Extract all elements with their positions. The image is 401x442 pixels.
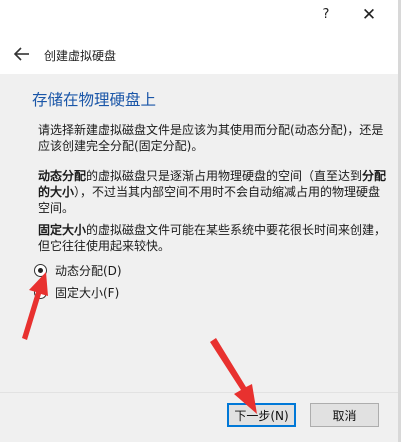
dynamic-text-2: ），不过当其内部空间不用时不会自动缩减占用的物理硬盘空间。: [38, 185, 381, 215]
wizard-content: 存储在物理硬盘上 请选择新建虚拟磁盘文件是应该为其使用而分配(动态分配)，还是应…: [0, 74, 398, 392]
back-arrow-icon[interactable]: [12, 45, 32, 63]
help-button[interactable]: ?: [316, 4, 336, 26]
dynamic-description: 动态分配的虚拟磁盘只是逐渐占用物理硬盘的空间（直至达到分配的大小），不过当其内部…: [38, 168, 388, 216]
title-bar: ? ✕: [0, 0, 398, 36]
fixed-description: 固定大小的虚拟磁盘文件可能在某些系统中要花很长时间来创建，但它往往使用起来较快。: [38, 222, 388, 254]
radio-fixed-label[interactable]: 固定大小(F): [55, 284, 119, 301]
wizard-nav-bar: 创建虚拟硬盘: [0, 36, 398, 74]
fixed-term: 固定大小: [38, 223, 87, 237]
dynamic-term: 动态分配: [38, 169, 87, 183]
next-button[interactable]: 下一步(N): [227, 403, 296, 427]
radio-fixed[interactable]: 固定大小(F): [34, 284, 119, 300]
radio-fixed-indicator[interactable]: [34, 285, 47, 299]
dynamic-text-1: 的虚拟磁盘只是逐渐占用物理硬盘的空间（直至达到: [86, 169, 363, 183]
radio-dynamic[interactable]: 动态分配(D): [34, 262, 122, 278]
page-heading: 存储在物理硬盘上: [32, 91, 157, 109]
radio-dynamic-label[interactable]: 动态分配(D): [55, 262, 122, 279]
wizard-title: 创建虚拟硬盘: [44, 49, 117, 63]
button-bar: 下一步(N) 取消: [0, 392, 398, 442]
radio-dynamic-indicator[interactable]: [34, 263, 47, 277]
fixed-text-1: 的虚拟磁盘文件可能在某些系统中要花很长时间来创建，但它往往使用起来较快。: [38, 223, 387, 253]
intro-text: 请选择新建虚拟磁盘文件是应该为其使用而分配(动态分配)，还是应该创建完全分配(固…: [38, 123, 384, 153]
dialog-window: ? ✕ 创建虚拟硬盘 存储在物理硬盘上 请选择新建虚拟磁盘文件是应该为其使用而分…: [0, 0, 398, 442]
close-button[interactable]: ✕: [356, 3, 382, 27]
cancel-button[interactable]: 取消: [310, 403, 379, 427]
